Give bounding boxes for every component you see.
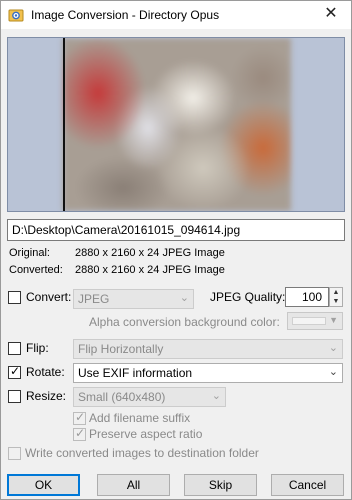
- image-conversion-dialog: Image Conversion - Directory Opus ✕ D:\D…: [0, 0, 352, 500]
- flip-label: Flip:: [26, 341, 49, 355]
- photo-left-edge: [63, 38, 65, 211]
- resize-value: Small (640x480): [78, 390, 166, 404]
- resize-checkbox[interactable]: [8, 390, 21, 403]
- original-label: Original:: [9, 247, 50, 259]
- flip-checkbox[interactable]: [8, 342, 21, 355]
- chevron-down-icon: ⌄: [179, 292, 189, 304]
- write-to-destination-label: Write converted images to destination fo…: [25, 446, 259, 460]
- alpha-color-picker[interactable]: ▼: [287, 312, 343, 330]
- rotate-label: Rotate:: [26, 365, 65, 379]
- resize-select[interactable]: Small (640x480) ⌄: [73, 387, 226, 407]
- ok-button[interactable]: OK: [7, 474, 80, 496]
- directory-opus-icon: [8, 9, 24, 22]
- add-suffix-checkbox[interactable]: [73, 410, 86, 425]
- color-swatch: [292, 317, 326, 325]
- rotate-value: Use EXIF information: [78, 366, 193, 380]
- window-title: Image Conversion - Directory Opus: [31, 8, 220, 22]
- convert-label: Convert:: [26, 290, 72, 304]
- chevron-down-icon: ⌄: [211, 390, 221, 402]
- converted-label: Converted:: [9, 264, 63, 276]
- image-preview: [7, 37, 345, 212]
- converted-value: 2880 x 2160 x 24 JPEG Image: [75, 264, 225, 276]
- format-value: JPEG: [78, 292, 110, 306]
- spin-up-icon[interactable]: ▲: [330, 288, 342, 297]
- dropdown-triangle-icon: ▼: [329, 315, 338, 325]
- file-path-field[interactable]: D:\Desktop\Camera\20161015_094614.jpg: [7, 219, 345, 241]
- skip-button[interactable]: Skip: [184, 474, 257, 496]
- chevron-down-icon: ⌄: [328, 342, 338, 354]
- chevron-down-icon: ⌄: [328, 366, 338, 378]
- format-select[interactable]: JPEG ⌄: [73, 289, 194, 309]
- original-value: 2880 x 2160 x 24 JPEG Image: [75, 247, 225, 259]
- flip-value: Flip Horizontally: [78, 342, 164, 356]
- add-suffix-label: Add filename suffix: [89, 411, 191, 425]
- write-to-destination-checkbox[interactable]: [8, 447, 21, 460]
- rotate-select[interactable]: Use EXIF information ⌄: [73, 363, 343, 383]
- title-bar: Image Conversion - Directory Opus ✕: [1, 1, 351, 29]
- photo-thumbnail: [63, 38, 291, 211]
- jpeg-quality-spinner[interactable]: ▲ ▼: [329, 287, 343, 307]
- resize-label: Resize:: [26, 389, 67, 403]
- close-button[interactable]: ✕: [311, 1, 351, 29]
- jpeg-quality-label: JPEG Quality:: [210, 290, 286, 304]
- all-button[interactable]: All: [97, 474, 170, 496]
- alpha-color-label: Alpha conversion background color:: [89, 315, 280, 329]
- cancel-button[interactable]: Cancel: [271, 474, 344, 496]
- flip-select[interactable]: Flip Horizontally ⌄: [73, 339, 343, 359]
- jpeg-quality-input[interactable]: 100: [285, 287, 329, 307]
- preserve-aspect-checkbox[interactable]: [73, 426, 86, 441]
- preserve-aspect-label: Preserve aspect ratio: [89, 427, 203, 441]
- rotate-checkbox[interactable]: [8, 364, 21, 379]
- convert-checkbox[interactable]: [8, 291, 21, 304]
- spin-down-icon[interactable]: ▼: [330, 297, 342, 306]
